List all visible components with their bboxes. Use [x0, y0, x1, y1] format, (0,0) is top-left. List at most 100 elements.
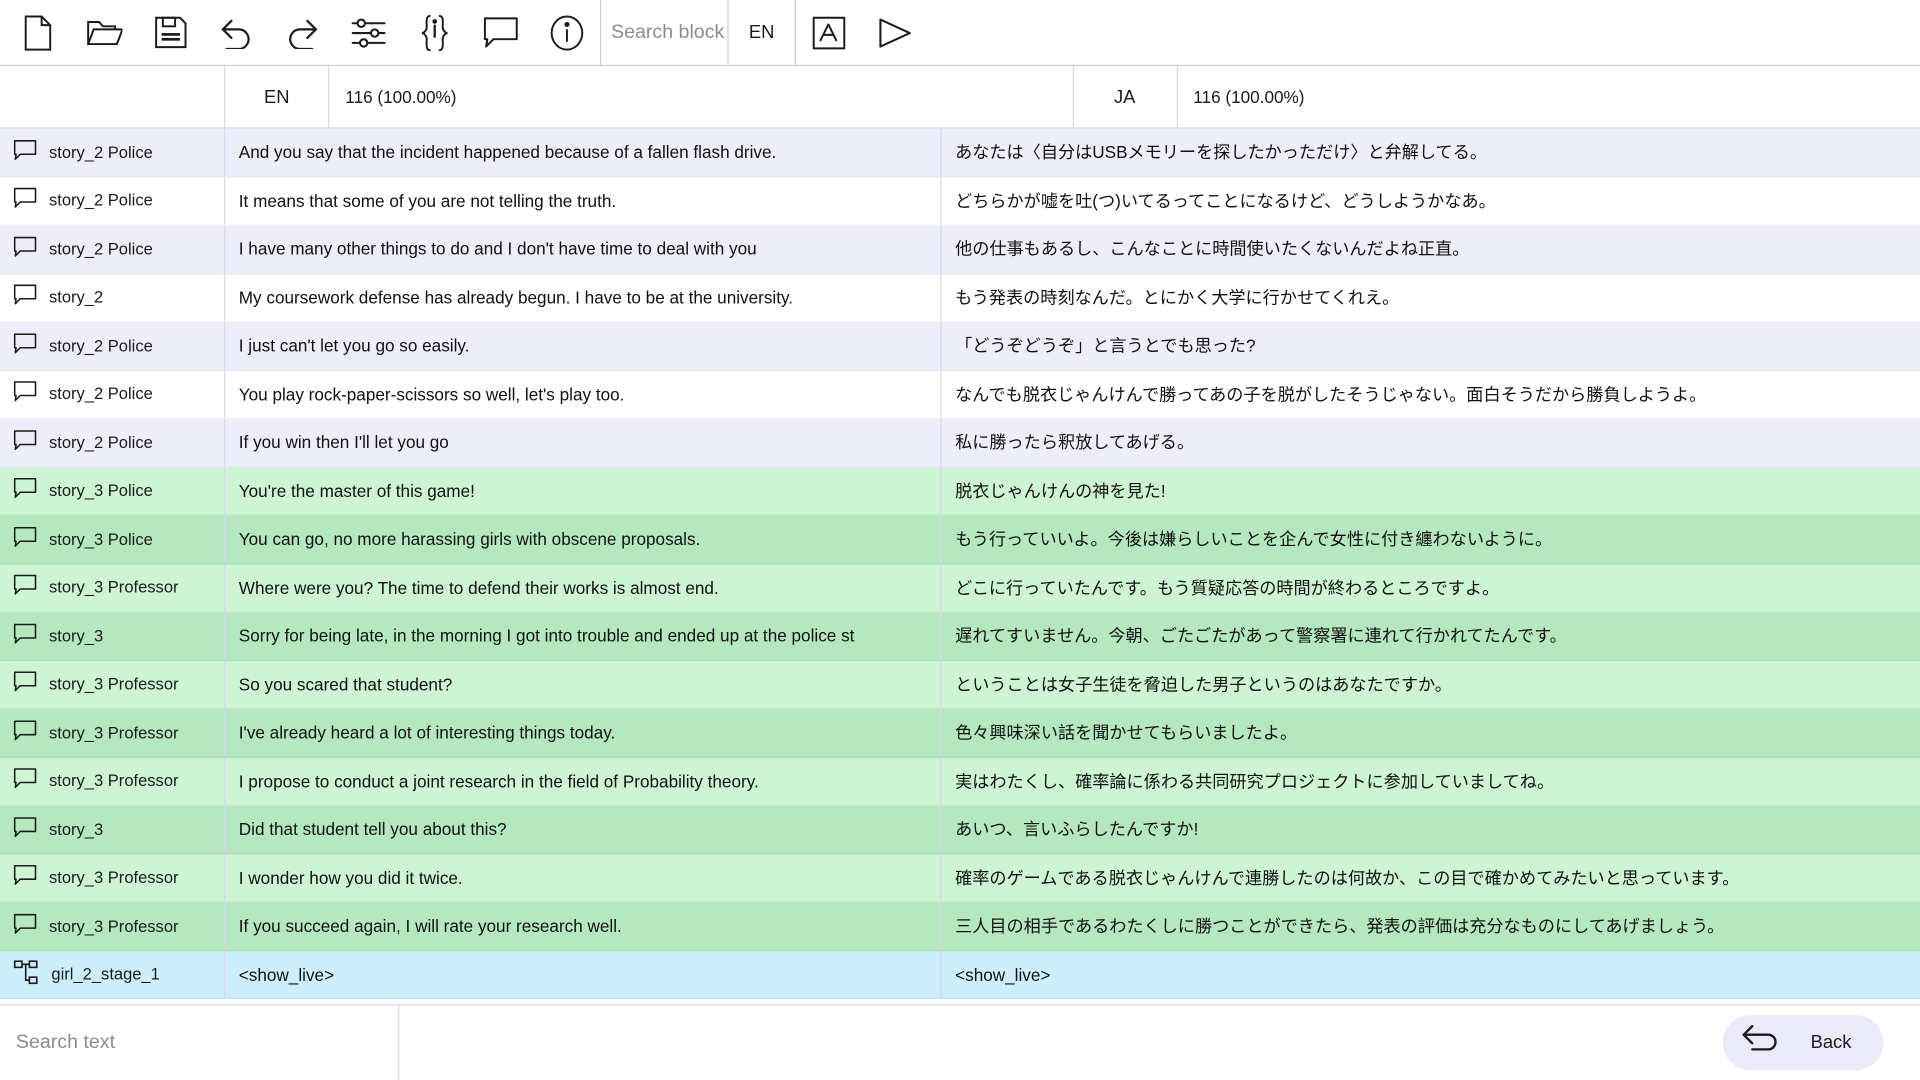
row-key-cell[interactable]: story_3 Professor [0, 563, 226, 612]
open-folder-icon [86, 17, 123, 49]
row-key-cell[interactable]: story_3 Professor [0, 660, 226, 708]
row-key-cell[interactable]: story_2 Police [0, 128, 226, 176]
table-row[interactable]: story_3 Police You're the master of this … [0, 467, 1920, 516]
row-target-cell[interactable]: 三人目の相手であるわたくしに勝つことができたら、発表の評価は充分なものにしてあげ… [942, 902, 1920, 949]
row-source-cell[interactable]: It means that some of you are not tellin… [225, 176, 942, 225]
row-target-cell[interactable]: もう行っていいよ。今後は嫌らしいことを企んで女性に付き纏わないように。 [942, 516, 1920, 563]
row-target-cell[interactable]: もう発表の時刻なんだ。とにかく大学に行かせてくれえ。 [942, 274, 1920, 321]
header-target-lang[interactable]: JA [1073, 66, 1178, 128]
table-row[interactable]: girl_2_stage_1 <show_live> <show_live> [0, 950, 1920, 1000]
table-row[interactable]: story_3 Professor I've already heard a lo… [0, 708, 1920, 758]
table-row[interactable]: story_3 Professor I wonder how you did it… [0, 854, 1920, 903]
row-key-cell[interactable]: story_2 [0, 273, 226, 321]
comment-bubble-icon [13, 623, 37, 649]
row-target-cell[interactable]: あいつ、言いふらしたんですか! [942, 806, 1920, 853]
json-button[interactable] [402, 0, 468, 65]
row-key-label: story_3 Police [48, 481, 153, 500]
row-source-cell[interactable]: If you succeed again, I will rate your r… [225, 902, 942, 950]
back-button[interactable]: Back [1722, 1015, 1884, 1071]
table-row[interactable]: story_2 Police It means that some of you … [0, 176, 1920, 226]
row-source-cell[interactable]: Where were you? The time to defend their… [225, 563, 942, 612]
row-target-cell[interactable]: どこに行っていたんです。もう質疑応答の時間が終わるところですよ。 [942, 564, 1920, 611]
row-source-cell[interactable]: My coursework defense has already begun.… [225, 273, 942, 321]
table-row[interactable]: story_3 Police You can go, no more harass… [0, 515, 1920, 564]
table-row[interactable]: story_3 Professor I propose to conduct a … [0, 757, 1920, 806]
table-row[interactable]: story_3 Sorry for being late, in the morn… [0, 612, 1920, 661]
table-row[interactable]: story_2 Police And you say that the incid… [0, 128, 1920, 177]
row-source-cell[interactable]: You're the master of this game! [225, 467, 942, 515]
header-source-count: 116 (100.00%) [329, 66, 1074, 128]
comment-button[interactable] [468, 0, 534, 65]
table-row[interactable]: story_2 Police I just can't let you go so… [0, 322, 1920, 371]
row-source-cell[interactable]: You play rock-paper-scissors so well, le… [225, 370, 942, 418]
table-row[interactable]: story_3 Professor Where were you? The tim… [0, 563, 1920, 613]
row-key-cell[interactable]: story_3 Professor [0, 854, 226, 902]
comment-bubble-icon [13, 429, 37, 455]
row-key-cell[interactable]: story_2 Police [0, 370, 226, 418]
row-source-cell[interactable]: Sorry for being late, in the morning I g… [225, 612, 942, 660]
header-source-lang[interactable]: EN [225, 66, 330, 128]
row-target-cell[interactable]: 私に勝ったら釈放してあげる。 [942, 419, 1920, 466]
new-file-button[interactable] [5, 0, 71, 65]
table-row[interactable]: story_2 Police If you win then I'll let y… [0, 418, 1920, 468]
table-row[interactable]: story_3 Did that student tell you about t… [0, 805, 1920, 855]
table-row[interactable]: story_2 My coursework defense has already… [0, 273, 1920, 323]
row-target-cell[interactable]: 実はわたくし、確率論に係わる共同研究プロジェクトに参加していましてね。 [942, 757, 1920, 804]
row-target-cell[interactable]: 確率のゲームである脱衣じゃんけんで連勝したのは何故か、この目で確かめてみたいと思… [942, 854, 1920, 901]
row-target-cell[interactable]: なんでも脱衣じゃんけんで勝ってあの子を脱がしたそうじゃない。面白そうだから勝負し… [942, 370, 1920, 417]
header-key-column [0, 66, 226, 128]
row-target-cell[interactable]: 色々興味深い話を聞かせてもらいましたよ。 [942, 709, 1920, 756]
info-button[interactable] [534, 0, 600, 65]
row-key-cell[interactable]: story_2 Police [0, 176, 226, 225]
row-source-cell[interactable]: If you win then I'll let you go [225, 418, 942, 466]
row-source-cell[interactable]: I've already heard a lot of interesting … [225, 708, 942, 757]
translate-button[interactable] [796, 0, 862, 65]
language-selector[interactable]: EN [729, 0, 795, 65]
row-key-cell[interactable]: story_2 Police [0, 225, 226, 273]
table-row[interactable]: story_2 Police You play rock-paper-scisso… [0, 370, 1920, 419]
table-row[interactable]: story_2 Police I have many other things t… [0, 225, 1920, 274]
row-target-cell[interactable]: 「どうぞどうぞ」と言うとでも思った? [942, 322, 1920, 369]
row-target-cell[interactable]: どちらかが嘘を吐(つ)いてるってことになるけど、どうしようかなあ。 [942, 177, 1920, 224]
undo-button[interactable] [203, 0, 269, 65]
row-target-cell[interactable]: <show_live> [942, 951, 1920, 998]
table-row[interactable]: story_3 Professor So you scared that stud… [0, 660, 1920, 709]
row-source-cell[interactable]: I wonder how you did it twice. [225, 854, 942, 902]
row-key-cell[interactable]: story_2 Police [0, 322, 226, 370]
play-triangle-icon [877, 15, 914, 49]
row-target-cell[interactable]: あなたは〈自分はUSBメモリーを探したかっただけ〉と弁解してる。 [942, 129, 1920, 176]
row-key-cell[interactable]: story_3 Police [0, 467, 226, 515]
redo-button[interactable] [269, 0, 335, 65]
row-source-cell[interactable]: And you say that the incident happened b… [225, 128, 942, 176]
row-key-label: story_3 Professor [48, 723, 179, 742]
comment-bubble-icon [13, 575, 37, 601]
row-key-cell[interactable]: story_3 Police [0, 515, 226, 563]
row-target-cell[interactable]: 脱衣じゃんけんの神を見た! [942, 467, 1920, 514]
row-target-cell[interactable]: 遅れてすいません。今朝、ごたごたがあって警察署に連れて行かれてたんです。 [942, 612, 1920, 659]
row-source-cell[interactable]: I just can't let you go so easily. [225, 322, 942, 370]
row-key-cell[interactable]: story_3 Professor [0, 902, 226, 950]
row-key-cell[interactable]: story_3 [0, 805, 226, 853]
row-key-cell[interactable]: story_3 [0, 612, 226, 660]
row-key-cell[interactable]: girl_2_stage_1 [0, 950, 226, 998]
new-file-icon [22, 14, 54, 51]
row-source-cell[interactable]: Did that student tell you about this? [225, 805, 942, 853]
row-source-cell[interactable]: You can go, no more harassing girls with… [225, 515, 942, 563]
row-source-cell[interactable]: I propose to conduct a joint research in… [225, 757, 942, 805]
row-target-cell[interactable]: ということは女子生徒を脅迫した男子というのはあなたですか。 [942, 661, 1920, 708]
save-button[interactable] [137, 0, 203, 65]
row-key-cell[interactable]: story_3 Professor [0, 708, 226, 757]
settings-button[interactable] [336, 0, 402, 65]
run-button[interactable] [862, 0, 928, 65]
row-key-cell[interactable]: story_3 Professor [0, 757, 226, 805]
table-row[interactable]: story_3 Professor If you succeed again, I… [0, 902, 1920, 951]
row-key-label: story_2 [48, 288, 104, 307]
row-source-cell[interactable]: <show_live> [225, 950, 942, 998]
search-text-input[interactable]: Search text [0, 1004, 400, 1080]
open-folder-button[interactable] [71, 0, 137, 65]
row-source-cell[interactable]: I have many other things to do and I don… [225, 225, 942, 273]
row-key-cell[interactable]: story_2 Police [0, 418, 226, 466]
search-block-input[interactable]: Search block [601, 0, 727, 65]
row-target-cell[interactable]: 他の仕事もあるし、こんなことに時間使いたくないんだよね正直。 [942, 225, 1920, 272]
row-source-cell[interactable]: So you scared that student? [225, 660, 942, 708]
